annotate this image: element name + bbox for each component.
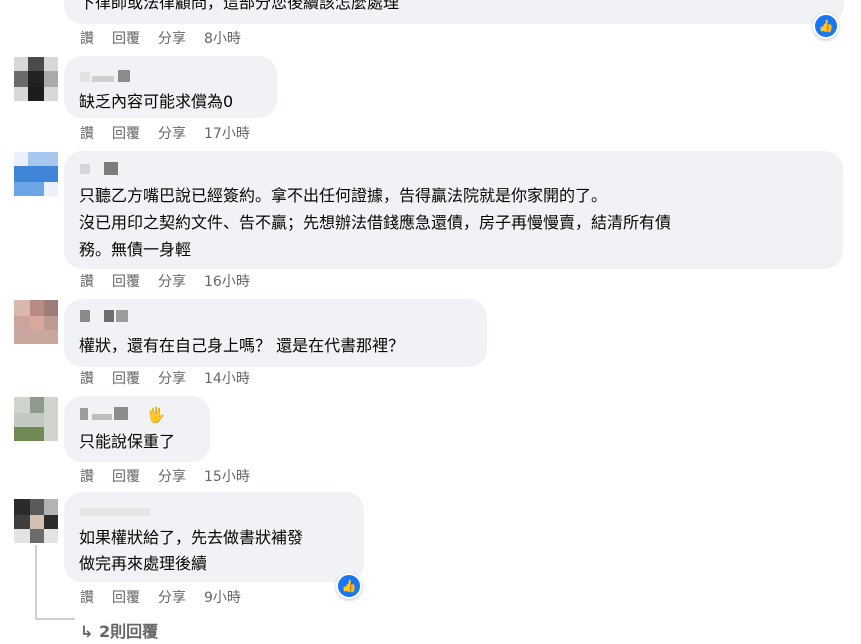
share-action[interactable]: 分享	[158, 369, 186, 389]
comment-actions: 讚回覆 分享 14小時	[80, 369, 250, 389]
comment-text: 沒已用印之契約文件、告不贏；先想辦法借錢應急還債，房子再慢慢賣，結清所有債	[79, 213, 672, 232]
view-replies-link[interactable]: ↳ 2則回覆	[80, 618, 158, 642]
wave-icon: 🖐	[146, 406, 166, 424]
comment-actions: 讚回覆 分享 16小時	[80, 272, 250, 292]
comment-actions: 讚回覆 分享 15小時	[80, 467, 250, 487]
like-icon[interactable]: 👍	[813, 13, 839, 39]
timestamp[interactable]: 15小時	[204, 467, 250, 487]
share-action[interactable]: 分享	[158, 272, 186, 292]
like-action[interactable]: 讚	[80, 272, 94, 292]
share-action[interactable]: 分享	[158, 29, 186, 49]
reply-action[interactable]: 回覆	[112, 467, 140, 487]
comment-text: 如果權狀給了，先去做書狀補發	[79, 528, 304, 547]
like-action[interactable]: 讚	[80, 29, 94, 49]
like-action[interactable]: 讚	[80, 124, 94, 144]
comment-text: 下律師或法律顧問，這部分您後續該怎麼處理	[79, 0, 400, 12]
thread-line	[35, 545, 37, 620]
avatar[interactable]	[14, 499, 58, 543]
reply-action[interactable]: 回覆	[112, 588, 140, 608]
reply-action[interactable]: 回覆	[112, 29, 140, 49]
comment-text: 做完再來處理後續	[79, 554, 208, 573]
reply-action[interactable]: 回覆	[112, 369, 140, 389]
comment-text: 權狀，還有在自己身上嗎？ 還是在代書那裡？	[79, 336, 405, 355]
like-action[interactable]: 讚	[80, 369, 94, 389]
avatar[interactable]	[14, 397, 58, 441]
reply-arrow-icon: ↳	[80, 622, 94, 641]
thread-line	[35, 618, 75, 620]
commenter-name[interactable]	[80, 162, 140, 176]
timestamp[interactable]: 8小時	[204, 29, 241, 49]
reply-action[interactable]: 回覆	[112, 124, 140, 144]
commenter-name[interactable]	[80, 310, 140, 324]
like-action[interactable]: 讚	[80, 467, 94, 487]
share-action[interactable]: 分享	[158, 588, 186, 608]
commenter-name[interactable]	[80, 70, 140, 84]
share-action[interactable]: 分享	[158, 124, 186, 144]
timestamp[interactable]: 14小時	[204, 369, 250, 389]
like-icon[interactable]: 👍	[336, 573, 362, 599]
comment-text: 只能說保重了	[79, 432, 176, 451]
timestamp[interactable]: 9小時	[204, 588, 241, 608]
like-action[interactable]: 讚	[80, 588, 94, 608]
avatar[interactable]	[14, 300, 58, 344]
comment-actions: 讚回覆 分享 8小時	[80, 29, 241, 49]
comment-actions: 讚回覆 分享 17小時	[80, 124, 250, 144]
comment-text: 務。無債一身輕	[79, 240, 192, 259]
avatar[interactable]	[14, 57, 58, 101]
comment-actions: 讚回覆 分享 9小時	[80, 588, 241, 608]
avatar[interactable]	[14, 152, 58, 196]
commenter-name[interactable]	[80, 506, 170, 520]
timestamp[interactable]: 16小時	[204, 272, 250, 292]
comment-text: 只聽乙方嘴巴說已經簽約。拿不出任何證據，告得贏法院就是你家開的了。	[79, 186, 608, 205]
share-action[interactable]: 分享	[158, 467, 186, 487]
replies-count: 2則回覆	[98, 622, 159, 641]
reply-action[interactable]: 回覆	[112, 272, 140, 292]
comment-text: 缺乏內容可能求償為0	[79, 92, 234, 111]
timestamp[interactable]: 17小時	[204, 124, 250, 144]
